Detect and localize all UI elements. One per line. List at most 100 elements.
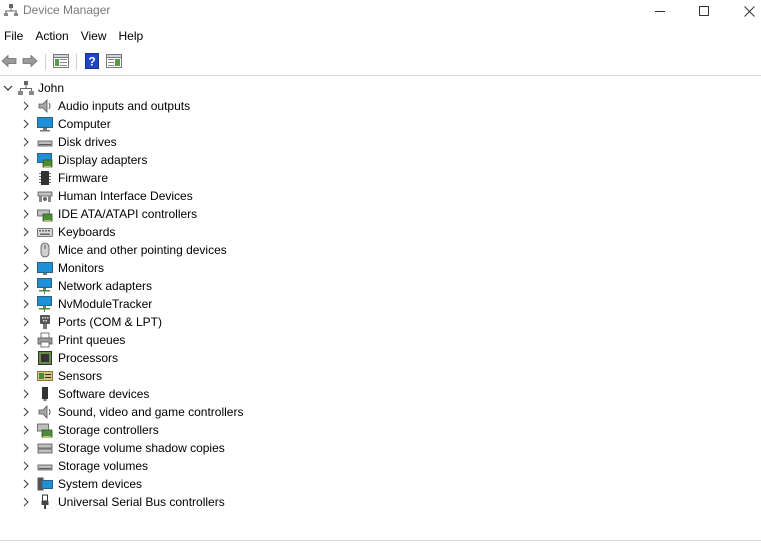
sensor-icon [37, 371, 53, 381]
tree-category-mice[interactable]: Mice and other pointing devices [0, 241, 761, 259]
title-bar[interactable]: Device Manager [0, 0, 761, 22]
tree-category-sensors[interactable]: Sensors [0, 367, 761, 385]
close-button[interactable] [726, 0, 761, 22]
forward-button[interactable] [21, 53, 39, 69]
hid-icon [37, 191, 53, 202]
tree-category-software-devices[interactable]: Software devices [0, 385, 761, 403]
tree-category-label: Audio inputs and outputs [58, 99, 191, 113]
tree-category-label: Sensors [58, 369, 103, 383]
tree-category-monitors[interactable]: Monitors [0, 259, 761, 277]
tree-category-label: Computer [58, 117, 111, 131]
chevron-right-icon[interactable] [21, 227, 31, 237]
help-icon: ? [85, 53, 99, 69]
software-device-icon [42, 387, 48, 401]
tree-category-ports[interactable]: Ports (COM & LPT) [0, 313, 761, 331]
back-icon [1, 54, 17, 68]
close-icon [743, 5, 755, 17]
computer-user-icon [18, 81, 34, 95]
chevron-right-icon[interactable] [21, 299, 31, 309]
display-adapter-icon [37, 153, 53, 168]
status-bar-divider [0, 540, 761, 541]
chevron-right-icon[interactable] [21, 425, 31, 435]
tree-category-storage-controllers[interactable]: Storage controllers [0, 421, 761, 439]
chevron-right-icon[interactable] [21, 461, 31, 471]
network-adapter-icon [37, 278, 52, 294]
tree-category-system-devices[interactable]: System devices [0, 475, 761, 493]
tree-category-nvmoduletracker[interactable]: NvModuleTracker [0, 295, 761, 313]
chevron-right-icon[interactable] [21, 137, 31, 147]
chevron-down-icon[interactable] [3, 83, 13, 93]
tree-category-label: Human Interface Devices [58, 189, 193, 203]
tree-category-label: Storage controllers [58, 423, 159, 437]
firmware-icon [39, 171, 51, 185]
maximize-button[interactable] [681, 0, 727, 22]
system-device-icon [37, 477, 53, 491]
computer-icon [37, 117, 53, 132]
tree-category-audio[interactable]: Audio inputs and outputs [0, 97, 761, 115]
tree-category-label: Storage volumes [58, 459, 149, 473]
tree-category-computer[interactable]: Computer [0, 115, 761, 133]
keyboard-icon [37, 228, 53, 237]
chevron-right-icon[interactable] [21, 101, 31, 111]
tree-category-processors[interactable]: Processors [0, 349, 761, 367]
tree-category-storage-volumes[interactable]: Storage volumes [0, 457, 761, 475]
window-title: Device Manager [23, 3, 111, 17]
usb-icon [41, 494, 49, 509]
chevron-right-icon[interactable] [21, 389, 31, 399]
show-hide-tree-icon [53, 54, 69, 68]
chevron-right-icon[interactable] [21, 173, 31, 183]
tree-category-ide[interactable]: IDE ATA/ATAPI controllers [0, 205, 761, 223]
chevron-right-icon[interactable] [21, 263, 31, 273]
tree-category-sound-controllers[interactable]: Sound, video and game controllers [0, 403, 761, 421]
tree-category-display-adapters[interactable]: Display adapters [0, 151, 761, 169]
tree-category-label: Firmware [58, 171, 108, 185]
tree-category-usb[interactable]: Universal Serial Bus controllers [0, 493, 761, 511]
chevron-right-icon[interactable] [21, 335, 31, 345]
tree-category-firmware[interactable]: Firmware [0, 169, 761, 187]
chevron-right-icon[interactable] [21, 497, 31, 507]
chevron-right-icon[interactable] [21, 191, 31, 201]
toolbar-divider [0, 75, 761, 76]
tree-category-print-queues[interactable]: Print queues [0, 331, 761, 349]
menu-view[interactable]: View [77, 26, 115, 46]
tree-root-node[interactable]: John [0, 79, 761, 97]
tree-category-disk-drives[interactable]: Disk drives [0, 133, 761, 151]
tree-category-network[interactable]: Network adapters [0, 277, 761, 295]
chevron-right-icon[interactable] [21, 353, 31, 363]
chevron-right-icon[interactable] [21, 245, 31, 255]
chevron-right-icon[interactable] [21, 317, 31, 327]
forward-icon [22, 54, 38, 68]
tree-category-shadow-copies[interactable]: Storage volume shadow copies [0, 439, 761, 457]
chevron-right-icon[interactable] [21, 155, 31, 165]
device-manager-app-icon [4, 3, 18, 17]
tree-category-hid[interactable]: Human Interface Devices [0, 187, 761, 205]
menu-bar: File Action View Help [0, 26, 151, 46]
show-hide-tree-button[interactable] [52, 53, 70, 69]
back-button[interactable] [0, 53, 18, 69]
tree-category-label: Mice and other pointing devices [58, 243, 227, 257]
chevron-right-icon[interactable] [21, 371, 31, 381]
properties-icon [106, 54, 122, 68]
toolbar-separator [45, 54, 46, 70]
tree-category-label: Software devices [58, 387, 150, 401]
ide-controller-icon [37, 209, 53, 222]
chevron-right-icon[interactable] [21, 281, 31, 291]
tree-category-label: Print queues [58, 333, 126, 347]
chevron-right-icon[interactable] [21, 443, 31, 453]
tree-category-keyboards[interactable]: Keyboards [0, 223, 761, 241]
chevron-right-icon[interactable] [21, 479, 31, 489]
tree-category-label: System devices [58, 477, 143, 491]
chevron-right-icon[interactable] [21, 119, 31, 129]
menu-help[interactable]: Help [115, 26, 152, 46]
tree-root-label: John [38, 81, 65, 95]
chevron-right-icon[interactable] [21, 407, 31, 417]
menu-file[interactable]: File [0, 26, 31, 46]
chevron-right-icon[interactable] [21, 209, 31, 219]
minimize-button[interactable] [637, 0, 683, 22]
tree-category-label: Keyboards [58, 225, 116, 239]
tree-category-label: Monitors [58, 261, 105, 275]
tree-category-label: Sound, video and game controllers [58, 405, 244, 419]
help-button[interactable]: ? [83, 53, 101, 69]
properties-button[interactable] [105, 53, 123, 69]
menu-action[interactable]: Action [31, 26, 76, 46]
